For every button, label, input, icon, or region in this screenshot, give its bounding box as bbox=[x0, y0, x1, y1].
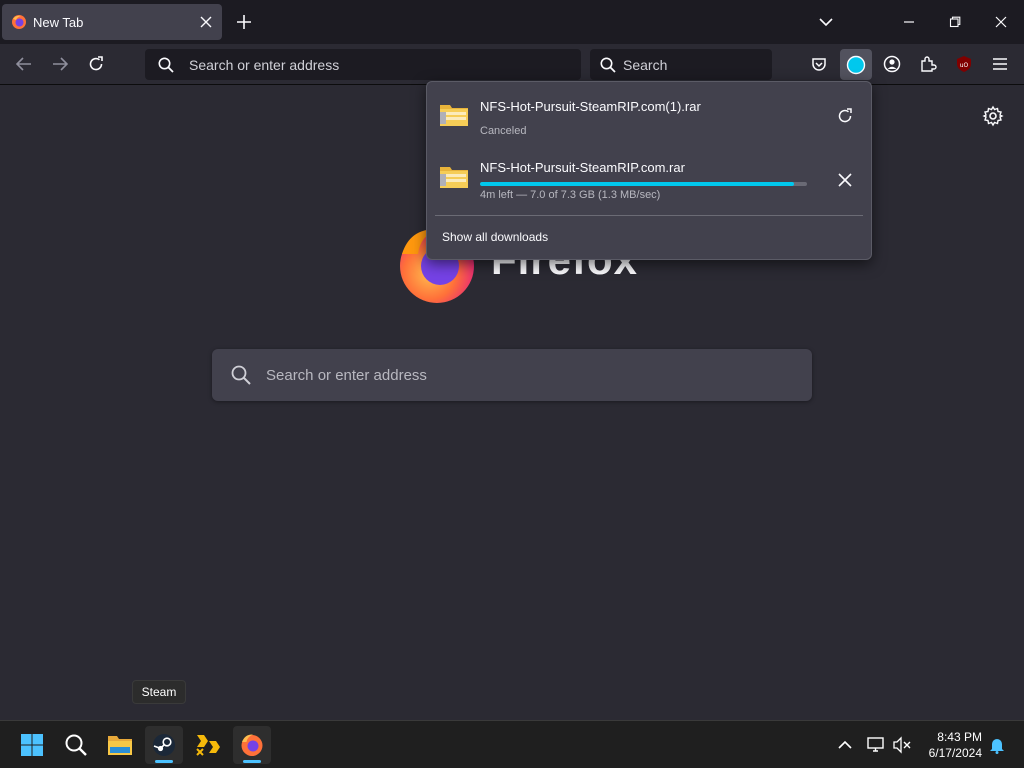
reload-icon[interactable] bbox=[84, 52, 108, 76]
yellow-app-icon bbox=[196, 735, 220, 756]
downloads-panel: NFS-Hot-Pursuit-SteamRIP.com(1).rar Canc… bbox=[426, 81, 872, 260]
file-explorer-button[interactable] bbox=[101, 726, 139, 764]
steam-taskbar-button[interactable] bbox=[145, 726, 183, 764]
back-icon[interactable] bbox=[12, 52, 36, 76]
navigation-toolbar: Search or enter address Search uO bbox=[0, 44, 1024, 85]
running-indicator bbox=[155, 760, 173, 763]
active-indicator bbox=[243, 760, 261, 763]
account-icon[interactable] bbox=[880, 52, 904, 76]
downloads-button[interactable] bbox=[840, 49, 872, 80]
archive-file-icon bbox=[440, 105, 468, 126]
tab-new-tab[interactable]: New Tab bbox=[2, 4, 222, 40]
restore-icon[interactable] bbox=[945, 12, 965, 32]
taskbar-search-button[interactable] bbox=[57, 726, 95, 764]
taskbar: 8:43 PM 6/17/2024 bbox=[0, 720, 1024, 768]
show-all-downloads-link[interactable]: Show all downloads bbox=[442, 230, 548, 244]
svg-text:uO: uO bbox=[960, 62, 969, 69]
forward-icon[interactable] bbox=[48, 52, 72, 76]
download-filename: NFS-Hot-Pursuit-SteamRIP.com(1).rar bbox=[480, 99, 701, 114]
panel-divider bbox=[435, 215, 863, 216]
list-all-tabs-icon[interactable] bbox=[816, 12, 836, 32]
cancel-download-icon[interactable] bbox=[833, 168, 857, 192]
pocket-icon[interactable] bbox=[807, 52, 831, 76]
page-search-box[interactable]: Search or enter address bbox=[212, 349, 812, 401]
extensions-icon[interactable] bbox=[916, 52, 940, 76]
clock-date: 6/17/2024 bbox=[928, 746, 982, 760]
firefox-taskbar-button[interactable] bbox=[233, 726, 271, 764]
address-bar[interactable]: Search or enter address bbox=[145, 49, 581, 80]
volume-muted-icon[interactable] bbox=[890, 733, 914, 757]
page-search-placeholder: Search or enter address bbox=[266, 366, 427, 384]
download-progress-fill bbox=[480, 182, 794, 186]
system-clock[interactable]: 8:43 PM 6/17/2024 bbox=[916, 729, 982, 761]
start-button[interactable] bbox=[13, 726, 51, 764]
menu-icon[interactable] bbox=[988, 52, 1012, 76]
steam-tooltip: Steam bbox=[132, 680, 186, 704]
windows-icon bbox=[21, 734, 43, 756]
tab-title: New Tab bbox=[33, 14, 84, 30]
download-item[interactable]: NFS-Hot-Pursuit-SteamRIP.com.rar 4m left… bbox=[437, 150, 861, 206]
firefox-icon bbox=[12, 15, 26, 29]
search-icon bbox=[65, 734, 87, 756]
ublock-origin-icon[interactable]: uO bbox=[952, 52, 976, 76]
close-tab-icon[interactable] bbox=[198, 14, 214, 30]
search-placeholder: Search bbox=[623, 56, 668, 73]
download-status: Canceled bbox=[480, 125, 527, 137]
new-tab-button[interactable] bbox=[234, 12, 254, 32]
minimize-icon[interactable] bbox=[899, 12, 919, 32]
tab-strip: New Tab bbox=[0, 0, 1024, 44]
download-status: 4m left — 7.0 of 7.3 GB (1.3 MB/sec) bbox=[480, 189, 661, 201]
folder-icon bbox=[108, 736, 132, 755]
show-hidden-icons-chevron-icon[interactable] bbox=[833, 733, 857, 757]
archive-file-icon bbox=[440, 167, 468, 188]
settings-gear-icon[interactable] bbox=[982, 105, 1004, 127]
firefox-icon bbox=[241, 734, 263, 756]
close-window-icon[interactable] bbox=[991, 12, 1011, 32]
retry-download-icon[interactable] bbox=[833, 104, 857, 128]
search-icon bbox=[158, 57, 174, 73]
notification-bell-icon[interactable] bbox=[985, 733, 1009, 757]
search-icon bbox=[231, 365, 251, 385]
search-icon bbox=[600, 57, 616, 73]
address-placeholder: Search or enter address bbox=[189, 56, 340, 73]
search-bar[interactable]: Search bbox=[590, 49, 772, 80]
yellow-app-button[interactable] bbox=[189, 726, 227, 764]
steam-icon bbox=[153, 734, 175, 756]
network-icon[interactable] bbox=[864, 733, 888, 757]
download-filename: NFS-Hot-Pursuit-SteamRIP.com.rar bbox=[480, 160, 685, 175]
download-progress-icon bbox=[846, 55, 866, 74]
download-item[interactable]: NFS-Hot-Pursuit-SteamRIP.com(1).rar Canc… bbox=[437, 88, 861, 144]
clock-time: 8:43 PM bbox=[937, 730, 982, 744]
download-progress-bar bbox=[480, 182, 807, 186]
